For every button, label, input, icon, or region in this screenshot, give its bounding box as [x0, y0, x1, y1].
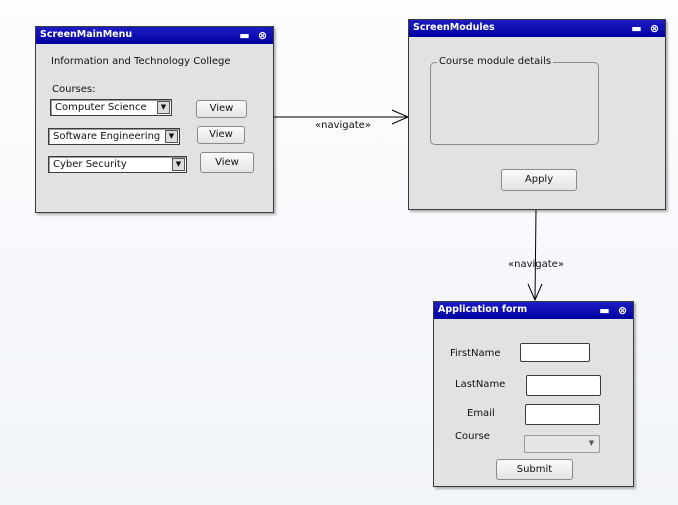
last-name-label: LastName — [455, 379, 506, 390]
course-module-details-label: Course module details — [437, 56, 554, 67]
edge-modules-to-form-line — [534, 209, 537, 301]
close-icon[interactable]: ⊗ — [256, 29, 269, 42]
course-select-value: Cyber Security — [53, 159, 127, 170]
view-button-cyber-security[interactable]: View — [200, 152, 254, 173]
minimize-icon[interactable]: ▬ — [238, 29, 251, 42]
screen-main-menu-window: ScreenMainMenu ▬ ⊗ Information and Techn… — [35, 26, 274, 213]
email-field[interactable] — [525, 404, 600, 425]
dropdown-arrow-icon[interactable]: ▼ — [585, 438, 598, 451]
screen-main-menu-title: ScreenMainMenu — [40, 29, 133, 40]
email-label: Email — [467, 408, 495, 419]
dropdown-arrow-icon[interactable]: ▼ — [172, 158, 185, 171]
application-form-title: Application form — [438, 304, 528, 315]
edge-modules-to-form — [527, 209, 543, 302]
apply-button[interactable]: Apply — [501, 169, 577, 191]
first-name-field[interactable] — [520, 343, 590, 362]
screen-modules-title: ScreenModules — [413, 22, 495, 33]
screen-main-menu-titlebar[interactable]: ScreenMainMenu ▬ ⊗ — [36, 27, 273, 44]
minimize-icon[interactable]: ▬ — [630, 22, 643, 35]
application-form-window: Application form ▬ ⊗ FirstName LastName … — [433, 301, 634, 487]
course-select-software-engineering[interactable]: Software Engineering ▼ — [48, 128, 180, 145]
course-select-computer-science[interactable]: Computer Science ▼ — [50, 99, 172, 116]
edge-label-modules-to-form: «navigate» — [508, 259, 564, 270]
edge-label-main-to-modules: «navigate» — [315, 120, 371, 131]
view-button-computer-science[interactable]: View — [196, 100, 247, 118]
course-select[interactable]: ▼ — [524, 435, 600, 453]
view-button-software-engineering[interactable]: View — [197, 126, 245, 144]
last-name-field[interactable] — [526, 375, 601, 396]
screen-modules-titlebar[interactable]: ScreenModules ▬ ⊗ — [409, 20, 665, 37]
close-icon[interactable]: ⊗ — [648, 22, 661, 35]
minimize-icon[interactable]: ▬ — [598, 304, 611, 317]
course-module-details-group: Course module details — [430, 56, 599, 145]
courses-label: Courses: — [52, 84, 96, 95]
dropdown-arrow-icon[interactable]: ▼ — [157, 101, 170, 114]
course-select-value: Software Engineering — [53, 131, 161, 142]
screen-modules-window: ScreenModules ▬ ⊗ Course module details … — [408, 19, 666, 210]
dropdown-arrow-icon[interactable]: ▼ — [165, 130, 178, 143]
close-icon[interactable]: ⊗ — [616, 304, 629, 317]
college-name-label: Information and Technology College — [51, 56, 231, 67]
submit-button[interactable]: Submit — [496, 459, 573, 480]
first-name-label: FirstName — [450, 348, 501, 359]
course-select-value: Computer Science — [55, 102, 147, 113]
course-label: Course — [455, 431, 490, 442]
application-form-titlebar[interactable]: Application form ▬ ⊗ — [434, 302, 633, 319]
course-select-cyber-security[interactable]: Cyber Security ▼ — [48, 156, 187, 173]
